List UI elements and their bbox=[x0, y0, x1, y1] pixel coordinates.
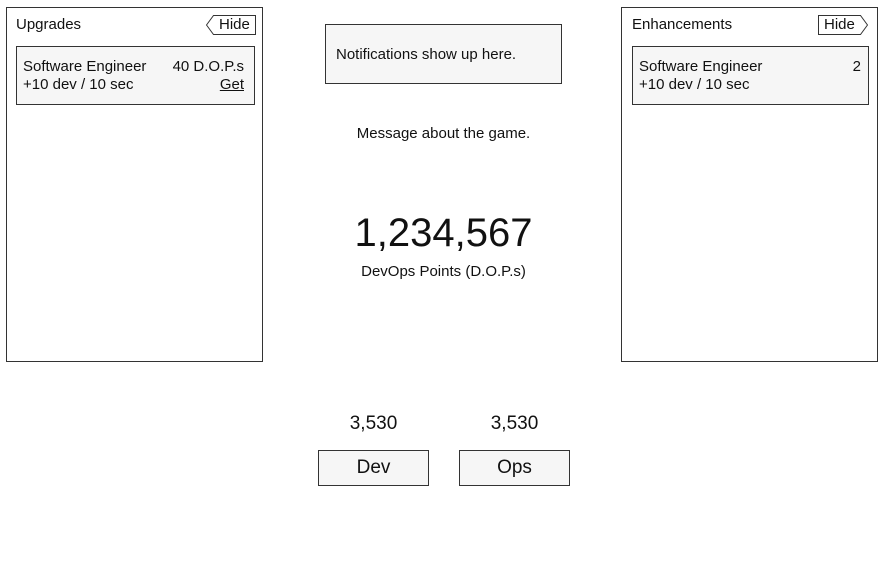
dev-button[interactable]: Dev bbox=[318, 450, 429, 486]
upgrade-item-rate: +10 dev / 10 sec bbox=[23, 76, 134, 93]
upgrades-hide-label: Hide bbox=[219, 16, 250, 33]
upgrade-get-link[interactable]: Get bbox=[220, 76, 244, 94]
enhancement-item-name: Software Engineer bbox=[639, 58, 763, 75]
enhancements-title: Enhancements bbox=[632, 16, 733, 33]
notification-box: Notifications show up here. bbox=[325, 24, 562, 84]
enhancement-item-count: 2 bbox=[852, 58, 861, 75]
enhancements-panel: Enhancements Hide Software Engineer 2 +1… bbox=[621, 7, 878, 362]
enhancement-item-rate: +10 dev / 10 sec bbox=[639, 76, 750, 93]
upgrade-item: Software Engineer 40 D.O.P.s +10 dev / 1… bbox=[16, 46, 255, 105]
upgrades-panel: Upgrades Hide Software Engineer 40 D.O.P… bbox=[6, 7, 263, 362]
enhancements-hide-button[interactable]: Hide bbox=[818, 15, 868, 35]
ops-count: 3,530 bbox=[490, 413, 539, 434]
game-message: Message about the game. bbox=[356, 125, 531, 142]
enhancements-hide-label: Hide bbox=[824, 16, 855, 33]
upgrade-item-name: Software Engineer bbox=[23, 58, 147, 75]
points-counter: 1,234,567 bbox=[354, 211, 533, 255]
dev-count: 3,530 bbox=[349, 413, 398, 434]
upgrades-title: Upgrades bbox=[16, 16, 82, 33]
points-label: DevOps Points (D.O.P.s) bbox=[361, 263, 526, 280]
enhancement-item: Software Engineer 2 +10 dev / 10 sec bbox=[632, 46, 869, 105]
notification-text: Notifications show up here. bbox=[336, 46, 517, 63]
ops-button[interactable]: Ops bbox=[459, 450, 570, 486]
upgrade-item-cost: 40 D.O.P.s bbox=[172, 58, 244, 75]
upgrades-hide-button[interactable]: Hide bbox=[206, 15, 256, 35]
